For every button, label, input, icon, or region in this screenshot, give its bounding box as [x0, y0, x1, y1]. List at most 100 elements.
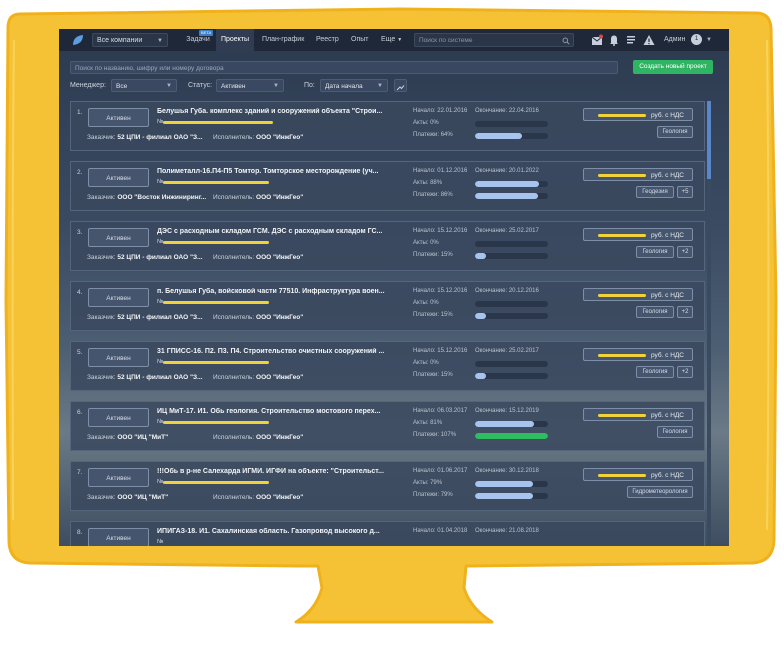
more-tags-badge[interactable]: +5 — [677, 186, 693, 198]
nav-projects[interactable]: Проекты — [216, 29, 254, 51]
customer-value[interactable]: ООО "ИЦ "МиТ" — [117, 434, 168, 441]
price-field[interactable]: руб. с НДС — [583, 348, 693, 361]
project-card[interactable]: 1. Активен Белушья Губа. комплекс зданий и… — [70, 101, 705, 151]
sort-select-value: Дата начала — [325, 83, 363, 90]
price-field[interactable]: руб. с НДС — [583, 108, 693, 121]
nav-experience[interactable]: Опыт — [351, 29, 373, 51]
project-title[interactable]: ИПИГАЗ-18. И1. Сахалинская область. Газо… — [157, 528, 413, 535]
scrollbar-thumb[interactable] — [707, 101, 711, 179]
discipline-tag[interactable]: Геология — [636, 306, 674, 318]
discipline-tag[interactable]: Геодезия — [636, 186, 674, 198]
discipline-tag[interactable]: Геология — [657, 126, 693, 138]
start-date: Начало: 15.12.2016 — [413, 288, 467, 294]
inbox-icon[interactable] — [591, 34, 603, 46]
payments-progress-fill — [475, 133, 522, 139]
acts-progress-bar — [475, 301, 548, 307]
customer-value[interactable]: 52 ЦПИ - филиал ОАО "З... — [117, 254, 202, 261]
executor-value[interactable]: ООО "ИнжГео" — [256, 494, 303, 501]
end-label: Окончание: — [475, 348, 508, 354]
project-title[interactable]: Белушья Губа. комплекс зданий и сооружен… — [157, 108, 413, 115]
price-suffix: руб. с НДС — [650, 292, 684, 299]
end-value: 30.12.2018 — [508, 468, 539, 474]
discipline-tag[interactable]: Геология — [636, 246, 674, 258]
chevron-down-icon: ▼ — [397, 37, 403, 43]
status-button[interactable]: Активен — [88, 468, 149, 487]
payments-progress-fill — [475, 193, 538, 199]
top-navbar: Все компании ▼ Задачи BETA Проекты План-г… — [59, 29, 729, 51]
app-screen: Все компании ▼ Задачи BETA Проекты План-г… — [59, 29, 729, 546]
executor-value[interactable]: ООО "ИнжГео" — [256, 254, 303, 261]
project-title[interactable]: 31 ГПИСС-16. П2. П3. П4. Строительство о… — [157, 348, 413, 355]
executor-value[interactable]: ООО "ИнжГео" — [256, 374, 303, 381]
project-title[interactable]: Полиметалл-16.П4-П5 Томтор. Томторское м… — [157, 168, 413, 175]
executor-value[interactable]: ООО "ИнжГео" — [256, 434, 303, 441]
customer-label: Заказчик: — [87, 314, 116, 321]
more-tags-badge[interactable]: +2 — [677, 306, 693, 318]
project-title[interactable]: !!!Обь в р-не Салехарда ИГМИ. ИГФИ на об… — [157, 468, 413, 475]
executor-value[interactable]: ООО "ИнжГео" — [256, 314, 303, 321]
status-button[interactable]: Активен — [88, 528, 149, 546]
customer-value[interactable]: 52 ЦПИ - филиал ОАО "З... — [117, 134, 202, 141]
app-logo-icon[interactable] — [71, 33, 85, 47]
status-button[interactable]: Активен — [88, 348, 149, 367]
status-button[interactable]: Активен — [88, 408, 149, 427]
manager-select[interactable]: Все ▼ — [111, 79, 177, 92]
status-button[interactable]: Активен — [88, 288, 149, 307]
nav-registry[interactable]: Реестр — [316, 29, 342, 51]
more-tags-badge[interactable]: +2 — [677, 246, 693, 258]
executor-field: Исполнитель: ООО "ИнжГео" — [213, 314, 303, 321]
bell-icon[interactable] — [608, 34, 620, 46]
payments-label: Платежи: — [413, 132, 440, 138]
create-project-button[interactable]: Создать новый проект — [633, 60, 713, 74]
discipline-tag[interactable]: Геология — [636, 366, 674, 378]
nav-schedule[interactable]: План-график — [262, 29, 306, 51]
chevron-down-icon[interactable]: ▼ — [706, 29, 712, 51]
more-tags-badge[interactable]: +2 — [677, 366, 693, 378]
user-name[interactable]: Админ — [664, 29, 685, 51]
start-date: Начало: 06.03.2017 — [413, 408, 467, 414]
trend-button[interactable] — [394, 79, 407, 92]
price-field[interactable]: руб. с НДС — [583, 288, 693, 301]
project-card[interactable]: 5. Активен 31 ГПИСС-16. П2. П3. П4. Строит… — [70, 341, 705, 391]
discipline-tag[interactable]: Геология — [657, 426, 693, 438]
status-button[interactable]: Активен — [88, 108, 149, 127]
executor-label: Исполнитель: — [213, 434, 255, 441]
project-card[interactable]: 4. Активен п. Белушья Губа, войсковой част… — [70, 281, 705, 331]
company-select[interactable]: Все компании ▼ — [92, 33, 168, 47]
warning-icon[interactable] — [643, 34, 655, 46]
customer-label: Заказчик: — [87, 494, 116, 501]
project-card[interactable]: 3. Активен ДЭС с расходным складом ГСМ. ДЭ… — [70, 221, 705, 271]
discipline-tag[interactable]: Гидрометеорология — [627, 486, 693, 498]
end-label: Окончание: — [475, 468, 508, 474]
project-title[interactable]: ИЦ МиТ-17. И1. Обь геология. Строительст… — [157, 408, 413, 415]
project-title[interactable]: ДЭС с расходным складом ГСМ. ДЭС с расхо… — [157, 228, 413, 235]
status-button[interactable]: Активен — [88, 228, 149, 247]
project-card[interactable]: 7. Активен !!!Обь в р-не Салехарда ИГМИ. И… — [70, 461, 705, 511]
price-field[interactable]: руб. с НДС — [583, 468, 693, 481]
executor-value[interactable]: ООО "ИнжГео" — [256, 134, 303, 141]
sort-select[interactable]: Дата начала ▼ — [320, 79, 388, 92]
project-card[interactable]: 6. Активен ИЦ МиТ-17. И1. Обь геология. Ст… — [70, 401, 705, 451]
status-button[interactable]: Активен — [88, 168, 149, 187]
start-date: Начало: 15.12.2016 — [413, 228, 467, 234]
project-search-input[interactable]: Поиск по названию, шифру или номеру дого… — [70, 61, 618, 74]
global-search-input[interactable]: Поиск по системе — [414, 33, 574, 47]
status-select[interactable]: Активен ▼ — [216, 79, 284, 92]
start-date: Начало: 01.12.2016 — [413, 168, 467, 174]
redacted-highlight — [163, 241, 269, 244]
start-label: Начало: — [413, 228, 436, 234]
project-card[interactable]: 8. Активен ИПИГАЗ-18. И1. Сахалинская обла… — [70, 521, 705, 546]
price-field[interactable]: руб. с НДС — [583, 168, 693, 181]
project-title[interactable]: п. Белушья Губа, войсковой части 77510. … — [157, 288, 413, 295]
list-icon[interactable] — [625, 34, 637, 46]
customer-value[interactable]: ООО "Восток Инжиниринг... — [117, 194, 206, 201]
customer-value[interactable]: 52 ЦПИ - филиал ОАО "З... — [117, 314, 202, 321]
price-field[interactable]: руб. с НДС — [583, 228, 693, 241]
executor-value[interactable]: ООО "ИнжГео" — [256, 194, 303, 201]
avatar[interactable]: 1 — [691, 34, 702, 45]
nav-more[interactable]: Еще ▼ — [381, 29, 407, 51]
project-card[interactable]: 2. Активен Полиметалл-16.П4-П5 Томтор. Том… — [70, 161, 705, 211]
customer-value[interactable]: 52 ЦПИ - филиал ОАО "З... — [117, 374, 202, 381]
price-field[interactable]: руб. с НДС — [583, 408, 693, 421]
customer-value[interactable]: ООО "ИЦ "МиТ" — [117, 494, 168, 501]
